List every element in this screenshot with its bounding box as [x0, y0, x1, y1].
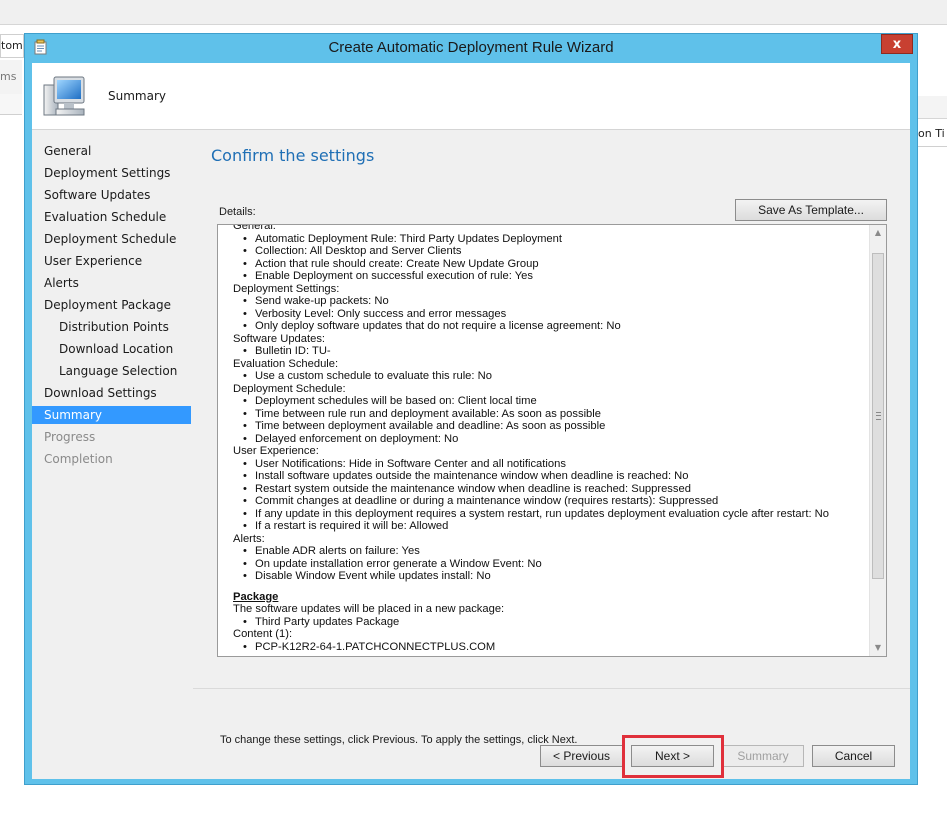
nav-item-general[interactable]: General — [32, 142, 191, 160]
title-bar[interactable]: Create Automatic Deployment Rule Wizard … — [25, 34, 917, 62]
details-item: Disable Window Event while updates insta… — [243, 570, 863, 583]
details-list: Enable ADR alerts on failure: YesOn upda… — [233, 545, 863, 583]
details-item: Install software updates outside the mai… — [243, 470, 863, 483]
nav-item-deployment-package[interactable]: Deployment Package — [32, 296, 191, 314]
details-list: Use a custom schedule to evaluate this r… — [233, 370, 863, 383]
details-item: If any update in this deployment require… — [243, 508, 863, 521]
content-panel: Confirm the settings Details: Save As Te… — [193, 130, 910, 779]
details-item: Use a custom schedule to evaluate this r… — [243, 370, 863, 383]
details-list: Deployment schedules will be based on: C… — [233, 395, 863, 445]
details-item: Verbosity Level: Only success and error … — [243, 308, 863, 321]
background-partial-text: tom — [0, 34, 24, 58]
details-item: Action that rule should create: Create N… — [243, 258, 863, 271]
save-as-template-button[interactable]: Save As Template... — [735, 199, 887, 221]
details-item: Third Party updates Package — [243, 616, 863, 629]
details-section-title: User Experience: — [233, 445, 319, 457]
footer-divider — [193, 688, 910, 689]
close-button[interactable]: x — [881, 34, 913, 54]
nav-item-progress: Progress — [44, 430, 96, 444]
background-toolbar — [0, 0, 947, 25]
details-label: Details: — [219, 206, 256, 218]
content-heading: Content (1): — [233, 628, 293, 640]
nav-item-download-settings[interactable]: Download Settings — [32, 384, 191, 402]
nav-item-language-selection[interactable]: Language Selection — [32, 362, 191, 380]
wizard-window: Create Automatic Deployment Rule Wizard … — [24, 33, 918, 785]
nav-item-deployment-schedule[interactable]: Deployment Schedule — [32, 230, 191, 248]
details-item: Time between deployment available and de… — [243, 420, 863, 433]
wizard-client-area: Summary General Deployment Settings Softwa… — [32, 63, 910, 779]
grip-icon — [876, 412, 881, 420]
nav-item-deployment-settings[interactable]: Deployment Settings — [32, 164, 191, 182]
details-scrollbar[interactable]: ▲ ▼ — [869, 225, 886, 656]
nav-item-evaluation-schedule[interactable]: Evaluation Schedule — [32, 208, 191, 226]
details-item: Delayed enforcement on deployment: No — [243, 433, 863, 446]
details-item: Restart system outside the maintenance w… — [243, 483, 863, 496]
summary-button[interactable]: Summary — [722, 745, 804, 767]
background-panel — [918, 34, 947, 814]
nav-item-alerts[interactable]: Alerts — [32, 274, 191, 292]
scroll-thumb[interactable] — [872, 253, 884, 579]
details-item: Collection: All Desktop and Server Clien… — [243, 245, 863, 258]
background-row — [918, 96, 947, 119]
background-row — [0, 94, 22, 115]
cancel-button[interactable]: Cancel — [812, 745, 895, 767]
details-textbox[interactable]: General:Automatic Deployment Rule: Third… — [217, 224, 887, 657]
previous-button[interactable]: < Previous — [540, 745, 623, 767]
details-item: Enable ADR alerts on failure: Yes — [243, 545, 863, 558]
details-content: General:Automatic Deployment Rule: Third… — [233, 224, 863, 654]
window-title: Create Automatic Deployment Rule Wizard — [328, 39, 614, 56]
details-item: Enable Deployment on successful executio… — [243, 270, 863, 283]
details-item: Deployment schedules will be based on: C… — [243, 395, 863, 408]
nav-item-download-location[interactable]: Download Location — [32, 340, 191, 358]
scroll-down-icon[interactable]: ▼ — [870, 640, 886, 656]
details-item: User Notifications: Hide in Software Cen… — [243, 458, 863, 471]
details-list: PCP-K12R2-64-1.PATCHCONNECTPLUS.COM — [233, 641, 863, 654]
details-list: Third Party updates Package — [233, 616, 863, 629]
nav-item-completion: Completion — [44, 452, 113, 466]
scroll-up-icon[interactable]: ▲ — [870, 225, 886, 241]
details-section-title: Deployment Schedule: — [233, 382, 346, 395]
details-section-title: Deployment Settings: — [233, 282, 340, 295]
details-item: Only deploy software updates that do not… — [243, 320, 863, 333]
details-item: Bulletin ID: TU- — [243, 345, 863, 358]
package-heading: Package — [233, 590, 279, 603]
instructions-text: To change these settings, click Previous… — [220, 734, 578, 746]
details-section-title: Software Updates: — [233, 332, 326, 345]
nav-item-software-updates[interactable]: Software Updates — [32, 186, 191, 204]
nav-item-distribution-points[interactable]: Distribution Points — [32, 318, 191, 336]
background-partial-text: ms — [0, 60, 22, 95]
details-item: Commit changes at deadline or during a m… — [243, 495, 863, 508]
details-item: If a restart is required it will be: All… — [243, 520, 863, 533]
nav-item-summary[interactable]: Summary — [32, 406, 191, 424]
wizard-nav: General Deployment Settings Software Updat… — [32, 130, 191, 779]
page-title: Confirm the settings — [211, 146, 375, 165]
details-item: PCP-K12R2-64-1.PATCHCONNECTPLUS.COM — [243, 641, 863, 654]
details-list: Automatic Deployment Rule: Third Party U… — [233, 233, 863, 283]
background-partial-text: on Ti — [918, 122, 947, 147]
wizard-header: Summary — [32, 63, 910, 130]
details-section-title: Evaluation Schedule: — [233, 357, 339, 370]
details-section-title: General: — [233, 224, 276, 232]
details-item: Send wake-up packets: No — [243, 295, 863, 308]
computer-icon — [43, 76, 85, 116]
details-list: Send wake-up packets: NoVerbosity Level:… — [233, 295, 863, 333]
header-title: Summary — [108, 89, 166, 103]
details-item: On update installation error generate a … — [243, 558, 863, 571]
details-list: Bulletin ID: TU- — [233, 345, 863, 358]
details-item: Time between rule run and deployment ava… — [243, 408, 863, 421]
details-item: Automatic Deployment Rule: Third Party U… — [243, 233, 863, 246]
package-description: The software updates will be placed in a… — [233, 603, 505, 615]
details-list: User Notifications: Hide in Software Cen… — [233, 458, 863, 533]
next-button-highlight — [622, 735, 724, 778]
nav-item-user-experience[interactable]: User Experience — [32, 252, 191, 270]
details-section-title: Alerts: — [233, 532, 265, 545]
